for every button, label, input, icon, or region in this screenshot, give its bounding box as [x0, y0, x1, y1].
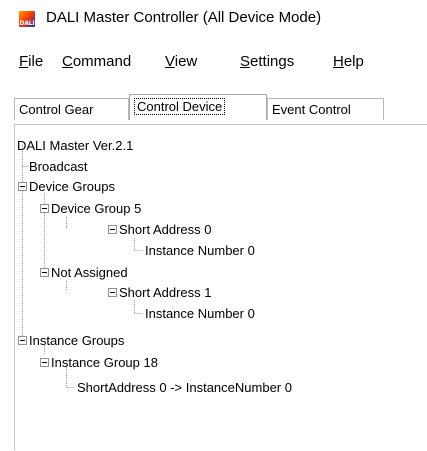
collapse-icon[interactable] [108, 225, 117, 234]
menu-view[interactable]: View [165, 53, 197, 70]
app-icon-text: DALI [19, 20, 35, 27]
tab-strip: Control Gear Control Device Event Contro… [0, 92, 427, 122]
window-title: DALI Master Controller (All Device Mode) [46, 9, 322, 26]
tree-node-root[interactable]: DALI Master Ver.2.1 [17, 138, 133, 154]
device-tree[interactable]: DALI Master Ver.2.1 Broadcast Device Gro… [14, 124, 427, 450]
tab-control-gear-label: Control Gear [19, 102, 94, 117]
collapse-icon[interactable] [108, 288, 117, 297]
tree-node-device-group-5[interactable]: Device Group 5 [51, 201, 141, 217]
collapse-icon[interactable] [18, 182, 27, 191]
tab-event-control-label: Event Control [272, 102, 351, 117]
collapse-icon[interactable] [40, 358, 49, 367]
tab-control-gear[interactable]: Control Gear [14, 98, 129, 120]
tree-node-short-address-0[interactable]: Short Address 0 [119, 222, 212, 238]
tree-node-broadcast[interactable]: Broadcast [29, 159, 88, 175]
title-bar: DALI DALI Master Controller (All Device … [0, 0, 427, 36]
tree-node-instance-number[interactable]: Instance Number 0 [145, 243, 255, 259]
dali-app-icon: DALI [19, 11, 35, 27]
tree-node-short-address-1[interactable]: Short Address 1 [119, 285, 212, 301]
tree-node-instance-groups[interactable]: Instance Groups [29, 333, 124, 349]
collapse-icon[interactable] [18, 336, 27, 345]
collapse-icon[interactable] [40, 268, 49, 277]
tree-node-instance-number[interactable]: Instance Number 0 [145, 306, 255, 322]
menu-help[interactable]: Help [333, 53, 364, 70]
tab-control-device[interactable]: Control Device [129, 94, 267, 120]
menu-bar: File Command View Settings Help [0, 48, 427, 78]
tree-node-not-assigned[interactable]: Not Assigned [51, 265, 128, 281]
menu-file[interactable]: File [19, 53, 43, 70]
tree-node-instance-mapping[interactable]: ShortAddress 0 -> InstanceNumber 0 [77, 380, 292, 396]
tab-event-control[interactable]: Event Control [267, 98, 384, 120]
tab-control-device-label: Control Device [134, 98, 226, 115]
collapse-icon[interactable] [40, 204, 49, 213]
menu-settings[interactable]: Settings [240, 53, 294, 70]
menu-command[interactable]: Command [62, 53, 131, 70]
tree-node-instance-group-18[interactable]: Instance Group 18 [51, 355, 158, 371]
tree-node-device-groups[interactable]: Device Groups [29, 179, 115, 195]
